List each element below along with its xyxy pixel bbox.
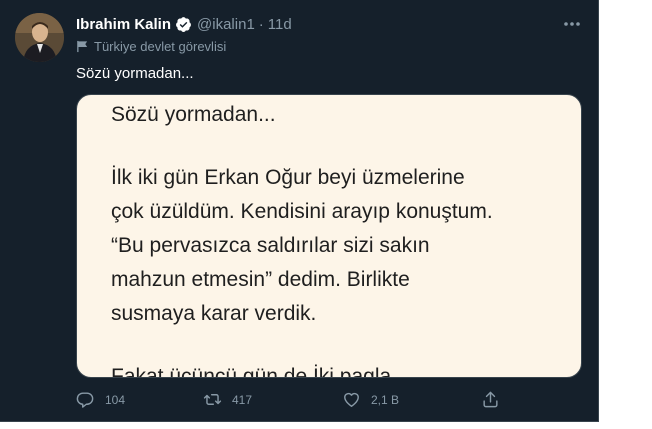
retweet-button[interactable]: 417 [203,390,252,409]
media-text-line: susmaya karar verdik. [111,302,317,325]
more-dots-icon [564,22,580,26]
media-text-line: “Bu pervasızca saldırılar sizi sakın [111,234,430,257]
flag-icon [77,40,88,53]
tweet-media-image[interactable]: Sözü yormadan... İlk iki gün Erkan Oğur … [76,94,582,378]
media-text-line: mahzun etmesin” dedim. Birlikte [111,268,410,291]
card-border-right [598,0,599,421]
tweet-actions: 104 417 2,1 B [76,390,516,412]
tweet-timestamp[interactable]: 11d [268,16,292,33]
more-options-button[interactable] [560,14,584,34]
header-separator: · [258,15,264,33]
avatar[interactable] [15,13,64,62]
tweet-header: Ibrahim Kalin @ikalin1 · 11d [76,14,292,34]
retweet-icon [203,394,222,405]
government-account-label: Türkiye devlet görevlisi [76,39,226,54]
reply-icon [76,392,94,408]
media-text-line: çok üzüldüm. Kendisini arayıp konuştum. [111,200,493,223]
verified-badge-icon [176,16,191,32]
share-button[interactable] [481,390,510,409]
reply-count: 104 [105,392,126,407]
media-text-line: İlk iki gün Erkan Oğur beyi üzmelerine [111,166,465,189]
like-button[interactable]: 2,1 B [342,390,399,409]
avatar-image [15,13,64,62]
author-name[interactable]: Ibrahim Kalin [76,16,171,33]
tweet-text: Sözü yormadan... [76,65,194,82]
card-border-bottom [0,421,599,422]
share-icon [483,391,498,408]
media-text-line: Sözü yormadan... [111,103,276,126]
reply-button[interactable]: 104 [76,390,125,409]
tweet-card[interactable]: Ibrahim Kalin @ikalin1 · 11d Türkiye dev… [0,0,598,421]
media-text-line: Fakat üçüncü gün de İki pagla... [111,365,409,378]
account-label-text: Türkiye devlet görevlisi [94,39,227,54]
author-handle[interactable]: @ikalin1 [197,16,255,33]
retweet-count: 417 [232,392,253,407]
like-count: 2,1 B [371,392,400,407]
heart-icon [344,392,359,407]
